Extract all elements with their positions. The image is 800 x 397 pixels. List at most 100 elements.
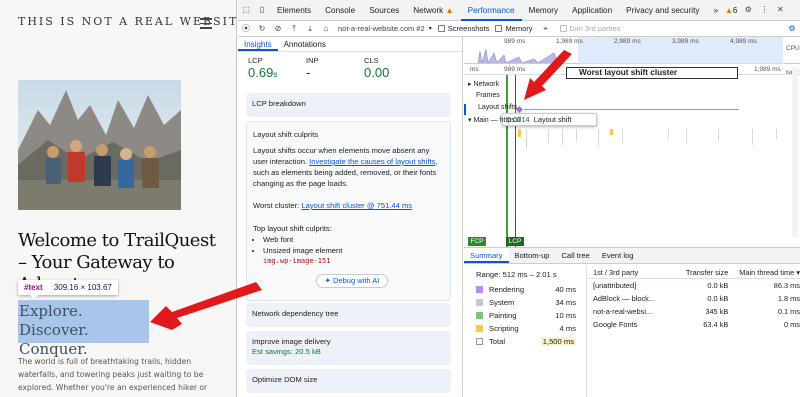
lcp-marker[interactable]: LCP: [506, 237, 524, 246]
table-row[interactable]: Google Fonts 63.4 kB 0 ms: [587, 318, 800, 331]
ai-sparkle-icon: ✦: [324, 276, 334, 285]
metric-lcp-value: 0.69: [248, 65, 274, 80]
culprit-item: Web font: [263, 234, 444, 245]
category-painting: Painting 10 ms: [476, 309, 576, 322]
investigate-link[interactable]: Investigate the causes of layout shifts: [309, 157, 435, 166]
recording-select-chevron-icon[interactable]: ▾: [429, 25, 432, 32]
table-row[interactable]: not-a-real-websi... 345 kB 0.1 ms: [587, 305, 800, 318]
fcp-marker[interactable]: FCP: [468, 237, 486, 246]
metric-value: 0.00: [364, 65, 390, 80]
tab-memory[interactable]: Memory: [522, 0, 566, 21]
tooltip-pointer: [30, 295, 38, 299]
category-total: Total 1,500 ms: [476, 335, 576, 348]
card-title: Optimize DOM size: [252, 375, 318, 384]
hamburger-menu-icon[interactable]: [200, 18, 212, 32]
tab-network[interactable]: Network ▲: [406, 0, 460, 21]
device-toolbar-icon[interactable]: ▯: [257, 5, 267, 15]
screenshots-checkbox[interactable]: [437, 25, 445, 32]
tab-privacy[interactable]: Privacy and security: [619, 0, 706, 21]
upload-icon[interactable]: ⤒: [289, 24, 299, 34]
overview-tick: 4,989 ms: [730, 38, 757, 45]
memory-checkbox[interactable]: [495, 25, 503, 32]
metric-lcp-unit: s: [273, 70, 278, 79]
dim-3rd-parties-label: Dim 3rd parties: [569, 24, 621, 33]
website-pane: THIS IS NOT A REAL WEBSITE Welcome to Tr…: [0, 0, 237, 397]
worst-cluster-link[interactable]: Layout shift cluster @ 751.44 ms: [301, 201, 412, 210]
debug-with-ai-button[interactable]: ✦ Debug with AI: [316, 274, 388, 288]
network-dependency-tree-card[interactable]: Network dependency tree: [246, 303, 451, 327]
swatch: [476, 299, 483, 306]
overview-tick: 3,989 ms: [672, 38, 699, 45]
capture-settings-icon[interactable]: ⚙: [787, 24, 797, 34]
swatch: [476, 325, 483, 332]
category-scripting: Scripting 4 ms: [476, 322, 576, 335]
overview-tick: 989 ms: [504, 38, 526, 45]
screenshots-label: Screenshots: [447, 24, 490, 33]
timeline-panel: 989 ms 1,989 ms 2,989 ms 3,989 ms 4,989 …: [464, 37, 800, 247]
tab-insights[interactable]: Insights: [238, 37, 278, 51]
tab-bottom-up[interactable]: Bottom-up: [509, 248, 556, 263]
settings-gear-icon[interactable]: ⚙: [743, 5, 753, 15]
metric-lcp[interactable]: LCP 0.69s: [248, 56, 298, 80]
close-devtools-icon[interactable]: ✕: [775, 5, 785, 15]
swatch: [476, 338, 483, 345]
culprit-selector[interactable]: img.wp-image-151: [263, 256, 444, 267]
reload-record-icon[interactable]: ↻: [257, 24, 267, 34]
record-icon[interactable]: ⦿: [241, 24, 251, 34]
metric-cls[interactable]: CLS 0.00: [364, 56, 424, 80]
category-rendering: Rendering 40 ms: [476, 283, 576, 296]
overview-tick: 2,989 ms: [614, 38, 641, 45]
performance-toolbar: ⦿ ↻ ⊘ ⤒ ⤓ ⌂ not-a-real-website.com #2 ▾ …: [238, 21, 800, 37]
improve-image-delivery-card[interactable]: Improve image delivery Est savings: 20.5…: [246, 331, 451, 365]
bottom-drawer: Summary Bottom-up Call tree Event log Ra…: [464, 247, 800, 397]
download-icon[interactable]: ⤓: [305, 24, 315, 34]
tooltip-tag: #text: [24, 283, 43, 292]
tab-event-log[interactable]: Event log: [596, 248, 640, 263]
tab-console[interactable]: Console: [318, 0, 362, 21]
insights-panel: Insights Annotations LCP 0.69s INP - CLS…: [238, 37, 463, 397]
intro-paragraph: The world is full of breathtaking trails…: [18, 357, 208, 397]
inspect-element-icon[interactable]: ⬚: [241, 5, 251, 15]
card-title: Improve image delivery: [252, 337, 331, 346]
warning-badge-icon: ▲: [725, 5, 733, 15]
ruler-tick: 1,989 ms: [754, 66, 781, 73]
table-row[interactable]: [unattributed] 0.0 kB 86.3 ms: [587, 279, 800, 292]
metric-label: LCP: [248, 56, 263, 65]
home-icon[interactable]: ⌂: [321, 24, 331, 34]
tab-call-tree[interactable]: Call tree: [556, 248, 596, 263]
card-title: LCP breakdown: [252, 99, 306, 108]
worst-layout-shift-cluster-overlay[interactable]: Worst layout shift cluster: [566, 67, 738, 79]
clear-icon[interactable]: ⊘: [273, 24, 283, 34]
more-options-icon[interactable]: ⋮: [759, 5, 769, 15]
lane-network[interactable]: ▸ Network: [464, 80, 800, 91]
metric-label: CLS: [364, 56, 379, 65]
warning-badge[interactable]: ▲6: [725, 6, 737, 15]
warning-count: 6: [732, 5, 738, 15]
optimize-dom-size-card[interactable]: Optimize DOM size: [246, 369, 451, 393]
tab-summary[interactable]: Summary: [464, 248, 509, 263]
tab-application[interactable]: Application: [565, 0, 619, 21]
timeline-scrollbar[interactable]: [792, 67, 798, 237]
tab-performance[interactable]: Performance: [460, 0, 522, 21]
lane-main[interactable]: ▾ Main — https://: [464, 116, 800, 127]
tab-elements[interactable]: Elements: [270, 0, 318, 21]
tab-network-label: Network: [413, 5, 444, 15]
table-row[interactable]: AdBlock — block... 0.0 kB 1.8 ms: [587, 292, 800, 305]
dim-3rd-parties-checkbox[interactable]: [559, 25, 567, 32]
lcp-breakdown-card[interactable]: LCP breakdown: [246, 93, 451, 117]
timeline-overview[interactable]: 989 ms 1,989 ms 2,989 ms 3,989 ms 4,989 …: [464, 37, 800, 77]
card-title[interactable]: Layout shift culprits: [247, 122, 450, 145]
culprit-list: Web font Unsized image element: [263, 234, 444, 256]
overview-tick: 1,989 ms: [556, 38, 583, 45]
ruler-tick: ms: [470, 66, 479, 73]
more-tabs-button[interactable]: »: [706, 0, 725, 21]
metric-inp[interactable]: INP -: [306, 56, 356, 80]
metric-value: -: [306, 65, 311, 80]
lane-frames[interactable]: Frames: [464, 92, 800, 103]
tab-annotations[interactable]: Annotations: [278, 37, 332, 51]
devtools-tab-bar: ⬚ ▯ Elements Console Sources Network ▲ P…: [238, 0, 800, 21]
recording-select[interactable]: not-a-real-website.com #2: [338, 24, 425, 33]
cleanup-icon[interactable]: ⌖: [541, 24, 551, 34]
tab-sources[interactable]: Sources: [362, 0, 406, 21]
main-thread-flame-chart[interactable]: [518, 127, 798, 157]
